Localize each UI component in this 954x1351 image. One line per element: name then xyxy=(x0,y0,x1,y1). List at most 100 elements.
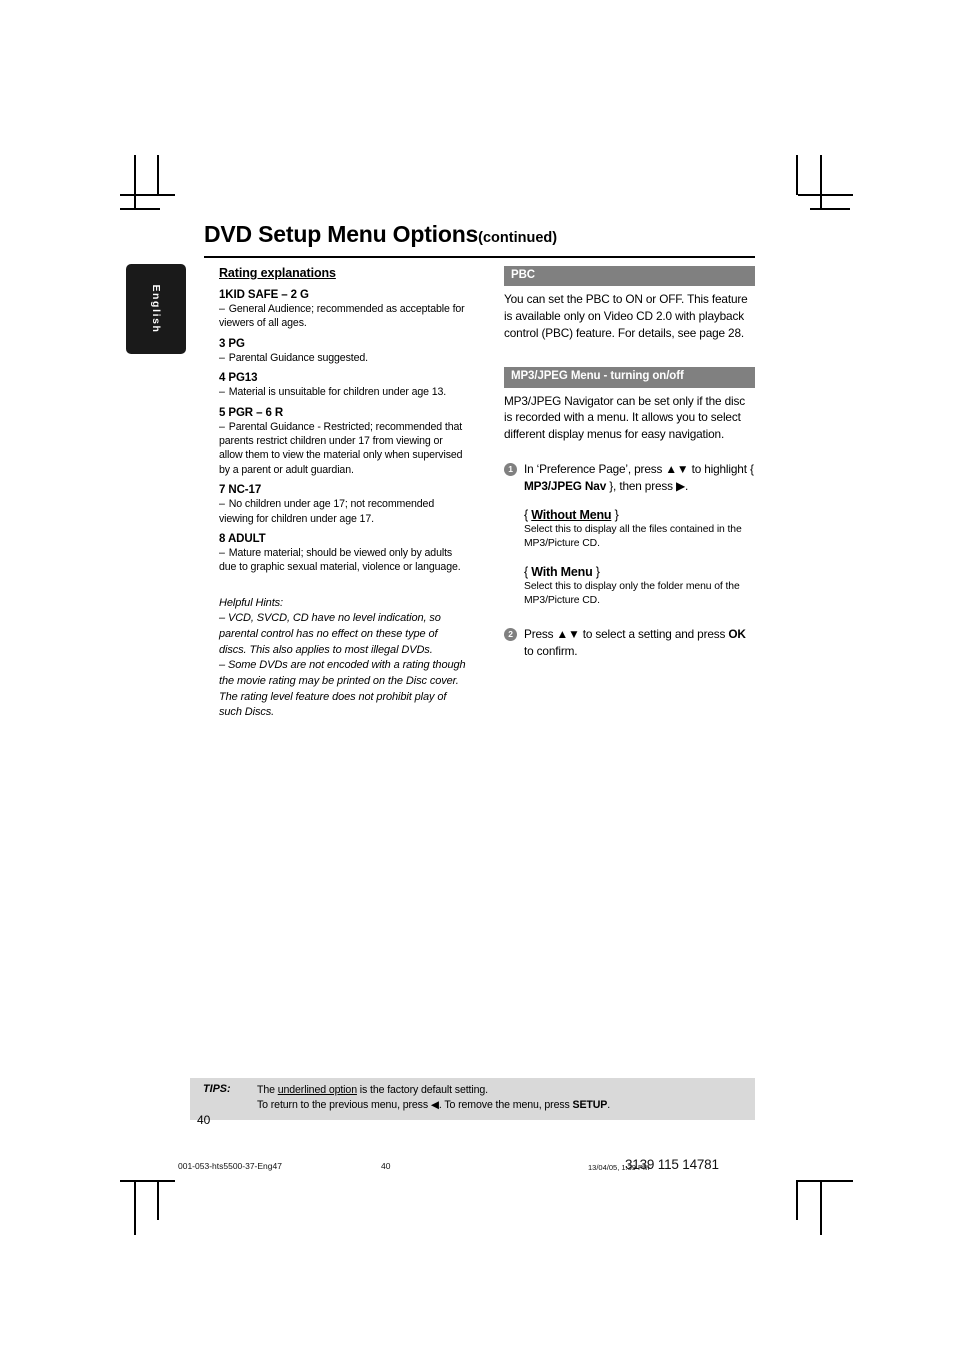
crop-mark-top-left-horizontal-inner xyxy=(120,208,160,210)
tips-line2-c: . xyxy=(607,1099,611,1112)
rating-dash: – xyxy=(219,386,225,399)
rating-dash: – xyxy=(219,498,225,511)
step-2-bold-term: OK xyxy=(728,626,746,641)
helpful-hint-item: – Some DVDs are not encoded with a ratin… xyxy=(219,659,466,719)
tips-line2-a: To return to the previous menu, press xyxy=(257,1099,431,1112)
crop-mark-bottom-left-vertical-outer xyxy=(134,1180,136,1235)
crop-mark-top-right-vertical-inner xyxy=(796,155,798,195)
tips-underlined-option: underlined option xyxy=(277,1084,357,1096)
print-footer-filename: 001-053-hts5500-37-Eng47 xyxy=(178,1161,282,1171)
crop-mark-top-right-horizontal-outer xyxy=(798,194,853,196)
rating-dash: – xyxy=(219,303,225,315)
crop-mark-top-right-vertical-outer xyxy=(820,155,822,210)
crop-mark-top-left-vertical-outer xyxy=(134,155,136,210)
tips-bar: TIPS: The underlined option is the facto… xyxy=(190,1078,755,1120)
tips-line1-b: is the factory default setting. xyxy=(356,1084,488,1096)
rating-description-text: No children under age 17; not recommende… xyxy=(219,498,435,525)
helpful-hints-items: – VCD, SVCD, CD have no level indication… xyxy=(219,611,467,720)
rating-description: – Material is unsuitable for children und… xyxy=(219,385,467,399)
up-down-arrows-icon: ▲▼ xyxy=(665,461,689,476)
option-with-menu-title: { With Menu } xyxy=(524,565,755,579)
rating-explanations-heading: Rating explanations xyxy=(219,266,336,280)
rating-term: 3 PG xyxy=(219,337,245,350)
ratings-list: 1KID SAFE – 2 G – General Audience; recomm… xyxy=(219,289,467,575)
crop-mark-bottom-left-horizontal-outer xyxy=(120,1180,175,1182)
step-2-number: 2 xyxy=(504,627,517,641)
crop-mark-top-left-vertical-inner xyxy=(157,155,159,195)
tips-line2-b: . To remove the menu, press xyxy=(438,1099,573,1112)
language-tab-label: English xyxy=(150,284,162,334)
rating-dash: – xyxy=(219,351,225,364)
rating-dash: – xyxy=(219,420,225,433)
page-number: 40 xyxy=(197,1113,211,1127)
tips-line1-a: The xyxy=(257,1084,278,1096)
step-1-text-before: In ‘Preference Page’, press xyxy=(524,461,666,476)
option-with-menu: { With Menu } Select this to display onl… xyxy=(504,565,755,608)
crop-mark-top-left-horizontal-outer xyxy=(120,194,175,196)
rating-dash: – xyxy=(219,547,225,560)
rating-description: – Parental Guidance - Restricted; recomme… xyxy=(219,420,467,478)
option-close-brace: } xyxy=(592,565,600,580)
option-close-brace: } xyxy=(611,508,619,523)
rating-description: – Mature material; should be viewed only … xyxy=(219,546,467,575)
page-title: DVD Setup Menu Options(continued) xyxy=(204,221,755,247)
step-1-text-end: . xyxy=(684,478,689,493)
right-arrow-icon: ▶ xyxy=(676,478,685,493)
tips-line-1: The underlined option is the factory def… xyxy=(257,1083,755,1098)
step-2-text-after: to confirm. xyxy=(524,643,578,658)
step-1-text-after: }, then press xyxy=(606,478,677,493)
rating-description-text: Parental Guidance suggested. xyxy=(228,351,368,364)
section-pbc-body: You can set the PBC to ON or OFF. This f… xyxy=(504,292,748,340)
left-column: Rating explanations 1KID SAFE – 2 G – Gene… xyxy=(219,266,467,721)
rating-term: 7 NC-17 xyxy=(219,484,262,497)
option-with-menu-label: With Menu xyxy=(531,565,593,580)
rating-term: 5 PGR – 6 R xyxy=(219,406,284,419)
section-mp3jpeg-body: MP3/JPEG Navigator can be set only if th… xyxy=(504,393,745,442)
tips-lines: The underlined option is the factory def… xyxy=(257,1083,755,1114)
page-title-continued: (continued) xyxy=(478,230,558,246)
rating-term: 8 ADULT xyxy=(219,533,266,546)
step-1-bold-term: MP3/JPEG Nav xyxy=(524,478,607,493)
crop-mark-bottom-right-vertical-outer xyxy=(820,1180,822,1235)
option-with-menu-desc: Select this to display only the folder m… xyxy=(524,581,740,606)
section-pbc-header: PBC xyxy=(504,266,755,287)
crop-mark-top-right-horizontal-inner xyxy=(810,208,850,210)
section-pbc: PBC You can set the PBC to ON or OFF. Th… xyxy=(504,266,755,341)
right-column: PBC You can set the PBC to ON or OFF. Th… xyxy=(504,266,755,659)
step-2: 2 Press ▲▼ to select a setting and press… xyxy=(504,626,755,660)
step-2-text-before: Press xyxy=(524,626,557,641)
left-arrow-icon: ◀ xyxy=(430,1099,439,1112)
rating-description: – No children under age 17; not recommend… xyxy=(219,497,467,526)
rating-description-text: Material is unsuitable for children unde… xyxy=(228,386,447,399)
up-down-arrows-icon: ▲▼ xyxy=(556,626,580,641)
page-title-text: DVD Setup Menu Options xyxy=(204,221,479,247)
language-tab: English xyxy=(126,264,186,354)
step-1-number: 1 xyxy=(504,462,517,476)
step-2-text-mid: to select a setting and press xyxy=(579,626,729,641)
crop-mark-bottom-left-vertical-inner xyxy=(157,1180,159,1220)
title-divider xyxy=(204,256,755,258)
crop-mark-bottom-right-horizontal-outer xyxy=(798,1180,853,1182)
tips-setup-key: SETUP xyxy=(572,1099,608,1112)
helpful-hint-item: – VCD, SVCD, CD have no level indication… xyxy=(219,612,441,656)
option-without-menu-title: { Without Menu } xyxy=(524,508,755,522)
tips-label: TIPS: xyxy=(203,1083,231,1095)
rating-description: – General Audience; recommended as accept… xyxy=(219,302,467,331)
rating-description-text: General Audience; recommended as accepta… xyxy=(219,303,465,330)
rating-description: – Parental Guidance suggested. xyxy=(219,351,467,365)
step-1: 1 In ‘Preference Page’, press ▲▼ to high… xyxy=(504,461,755,495)
crop-mark-bottom-right-vertical-inner xyxy=(796,1180,798,1220)
tips-line-2: To return to the previous menu, press ◀.… xyxy=(257,1098,755,1113)
option-without-menu-label: Without Menu xyxy=(531,508,612,523)
rating-description-text: Mature material; should be viewed only b… xyxy=(219,547,461,574)
print-footer-code: 3139 115 14781 xyxy=(625,1157,719,1172)
section-mp3jpeg-header: MP3/JPEG Menu - turning on/off xyxy=(504,367,755,388)
step-1-text-mid: to highlight { xyxy=(688,461,754,476)
rating-term: 4 PG13 xyxy=(219,372,258,385)
helpful-hints: Helpful Hints: – VCD, SVCD, CD have no l… xyxy=(219,596,467,721)
option-without-menu-desc: Select this to display all the files con… xyxy=(524,524,742,550)
option-without-menu: { Without Menu } Select this to display … xyxy=(504,508,755,551)
page-title-area: DVD Setup Menu Options(continued) xyxy=(204,221,755,247)
helpful-hints-title: Helpful Hints: xyxy=(219,596,284,609)
